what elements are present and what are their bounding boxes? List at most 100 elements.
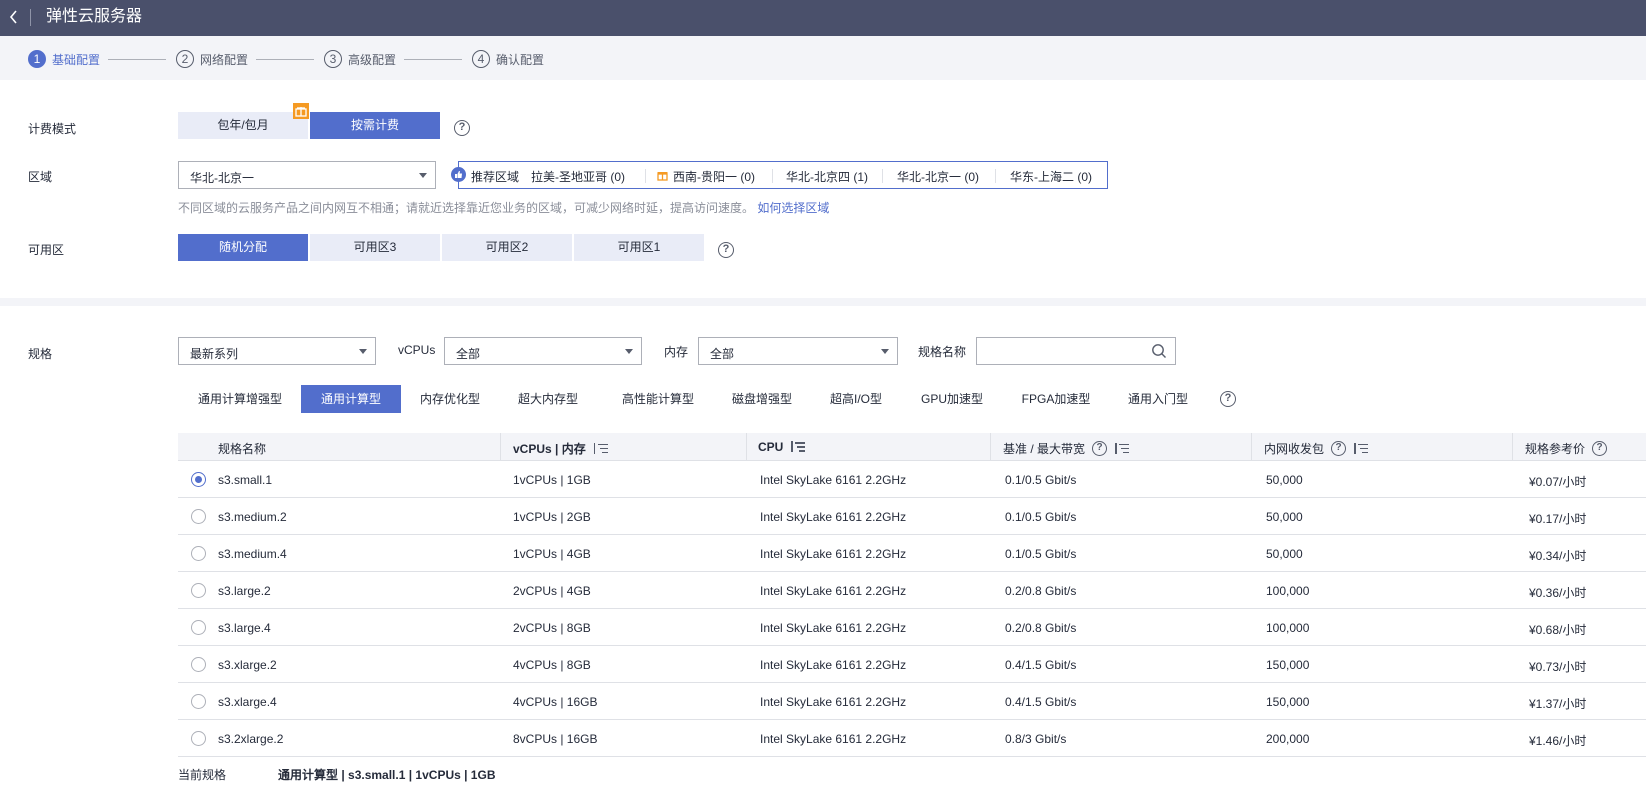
billing-option-ondemand[interactable]: 按需计费 bbox=[310, 112, 440, 139]
recommended-region-item[interactable]: 拉美-圣地亚哥 (0) bbox=[531, 168, 625, 185]
table-row[interactable]: s3.medium.2 1vCPUs | 2GB Intel SkyLake 6… bbox=[178, 498, 1646, 535]
chevron-down-icon bbox=[625, 349, 633, 354]
table-row[interactable]: s3.small.1 1vCPUs | 1GB Intel SkyLake 61… bbox=[178, 461, 1646, 498]
type-tab[interactable]: 内存优化型 bbox=[408, 385, 492, 413]
vcpus-filter-label: vCPUs bbox=[398, 343, 436, 357]
billing-option-yearly[interactable]: 包年/包月 bbox=[178, 112, 308, 139]
type-tab[interactable]: 通用计算增强型 bbox=[186, 385, 294, 413]
row-radio[interactable] bbox=[191, 509, 206, 524]
cell-spec-name: s3.xlarge.2 bbox=[218, 658, 277, 672]
col-label: 内网收发包 bbox=[1264, 442, 1325, 456]
cell-bandwidth: 0.8/3 Gbit/s bbox=[1005, 732, 1067, 746]
cell-price: ¥0.68/小时 bbox=[1529, 623, 1587, 637]
col-bandwidth[interactable]: 基准 / 最大带宽? bbox=[1003, 440, 1130, 457]
price-help-icon[interactable]: ? bbox=[1592, 441, 1608, 456]
search-icon[interactable] bbox=[1151, 343, 1167, 359]
cell-cpu: Intel SkyLake 6161 2.2GHz bbox=[760, 732, 907, 746]
cell-vcpus-memory: 2vCPUs | 8GB bbox=[513, 621, 591, 635]
sort-icon[interactable] bbox=[1113, 442, 1130, 455]
col-label: 规格名称 bbox=[218, 442, 267, 456]
cell-pps: 200,000 bbox=[1266, 732, 1310, 746]
bandwidth-help-icon[interactable]: ? bbox=[1092, 441, 1108, 456]
az-option-random[interactable]: 随机分配 bbox=[178, 234, 308, 261]
type-tab[interactable]: 磁盘增强型 bbox=[720, 385, 804, 413]
col-price: 规格参考价? bbox=[1525, 440, 1608, 457]
cell-price: ¥0.17/小时 bbox=[1529, 512, 1587, 526]
table-row[interactable]: s3.xlarge.4 4vCPUs | 16GB Intel SkyLake … bbox=[178, 683, 1646, 720]
cell-bandwidth: 0.4/1.5 Gbit/s bbox=[1005, 695, 1077, 709]
type-tab[interactable]: 超大内存型 bbox=[506, 385, 590, 413]
divider bbox=[772, 169, 773, 183]
col-cpu[interactable]: CPU bbox=[758, 440, 806, 454]
step-network[interactable]: 2 网络配置 bbox=[176, 49, 248, 69]
step-number: 4 bbox=[472, 50, 490, 68]
cell-pps: 50,000 bbox=[1266, 547, 1303, 561]
az-help-icon[interactable]: ? bbox=[718, 242, 734, 258]
sort-icon[interactable] bbox=[789, 441, 806, 453]
region-select[interactable]: 华北-北京一 bbox=[178, 161, 436, 189]
type-tab[interactable]: 超高I/O型 bbox=[818, 385, 894, 413]
billing-mode-switch: 包年/包月 按需计费 bbox=[178, 112, 442, 139]
billing-help-icon[interactable]: ? bbox=[454, 120, 470, 136]
sort-icon[interactable] bbox=[1352, 442, 1369, 455]
header-divider bbox=[30, 9, 31, 26]
cell-pps: 100,000 bbox=[1266, 584, 1310, 598]
type-tab[interactable]: GPU加速型 bbox=[912, 385, 992, 413]
memory-select[interactable]: 全部 bbox=[698, 337, 898, 365]
table-row[interactable]: s3.2xlarge.2 8vCPUs | 16GB Intel SkyLake… bbox=[178, 720, 1646, 757]
sort-icon[interactable] bbox=[592, 442, 608, 455]
cell-bandwidth: 0.1/0.5 Gbit/s bbox=[1005, 473, 1077, 487]
cell-price: ¥1.46/小时 bbox=[1529, 734, 1587, 748]
row-radio[interactable] bbox=[191, 546, 206, 561]
az-label: 可用区 bbox=[28, 243, 65, 257]
table-row[interactable]: s3.large.4 2vCPUs | 8GB Intel SkyLake 61… bbox=[178, 609, 1646, 646]
type-help-icon[interactable]: ? bbox=[1220, 391, 1236, 407]
step-advanced[interactable]: 3 高级配置 bbox=[324, 49, 396, 69]
col-divider bbox=[1512, 433, 1513, 461]
cell-cpu: Intel SkyLake 6161 2.2GHz bbox=[760, 658, 907, 672]
recommended-region-item[interactable]: 华北-北京一 (0) bbox=[897, 168, 979, 185]
cell-cpu: Intel SkyLake 6161 2.2GHz bbox=[760, 473, 907, 487]
region-help-link[interactable]: 如何选择区域 bbox=[757, 201, 829, 215]
recommended-region-item[interactable]: 华东-上海二 (0) bbox=[1010, 168, 1092, 185]
step-basic[interactable]: 1 基础配置 bbox=[28, 49, 100, 69]
row-radio[interactable] bbox=[191, 694, 206, 709]
type-tab-selected[interactable]: 通用计算型 bbox=[301, 385, 401, 413]
type-tab[interactable]: FPGA加速型 bbox=[1014, 385, 1098, 413]
cell-spec-name: s3.xlarge.4 bbox=[218, 695, 277, 709]
spec-name-search-input[interactable] bbox=[976, 337, 1176, 365]
recommended-region-item[interactable]: 西南-贵阳一 (0) bbox=[673, 168, 755, 185]
az-switch: 随机分配 可用区3 可用区2 可用区1 bbox=[178, 234, 706, 261]
table-row[interactable]: s3.xlarge.2 4vCPUs | 8GB Intel SkyLake 6… bbox=[178, 646, 1646, 683]
series-select-value: 最新系列 bbox=[190, 347, 239, 361]
cell-bandwidth: 0.4/1.5 Gbit/s bbox=[1005, 658, 1077, 672]
table-row[interactable]: s3.large.2 2vCPUs | 4GB Intel SkyLake 61… bbox=[178, 572, 1646, 609]
az-option-3[interactable]: 可用区3 bbox=[310, 234, 440, 261]
table-row[interactable]: s3.medium.4 1vCPUs | 4GB Intel SkyLake 6… bbox=[178, 535, 1646, 572]
cell-price: ¥1.37/小时 bbox=[1529, 697, 1587, 711]
cell-price: ¥0.36/小时 bbox=[1529, 586, 1587, 600]
gift-icon bbox=[657, 170, 668, 181]
col-vcpus-memory[interactable]: vCPUs | 内存 bbox=[513, 440, 608, 457]
pps-help-icon[interactable]: ? bbox=[1331, 441, 1347, 456]
vcpus-select[interactable]: 全部 bbox=[444, 337, 642, 365]
step-number: 2 bbox=[176, 50, 194, 68]
series-select[interactable]: 最新系列 bbox=[178, 337, 376, 365]
back-icon[interactable] bbox=[4, 6, 24, 28]
type-tab[interactable]: 通用入门型 bbox=[1120, 385, 1196, 413]
az-option-1[interactable]: 可用区1 bbox=[574, 234, 704, 261]
divider bbox=[882, 169, 883, 183]
step-confirm[interactable]: 4 确认配置 bbox=[472, 49, 544, 69]
row-radio[interactable] bbox=[191, 620, 206, 635]
az-option-2[interactable]: 可用区2 bbox=[442, 234, 572, 261]
row-radio[interactable] bbox=[191, 657, 206, 672]
row-radio[interactable] bbox=[191, 731, 206, 746]
col-pps[interactable]: 内网收发包? bbox=[1264, 440, 1369, 457]
chevron-down-icon bbox=[419, 173, 427, 178]
section-divider bbox=[0, 298, 1646, 306]
row-radio[interactable] bbox=[191, 583, 206, 598]
recommended-region-item[interactable]: 华北-北京四 (1) bbox=[786, 168, 868, 185]
row-radio[interactable] bbox=[191, 472, 206, 487]
cell-vcpus-memory: 8vCPUs | 16GB bbox=[513, 732, 598, 746]
type-tab[interactable]: 高性能计算型 bbox=[610, 385, 706, 413]
